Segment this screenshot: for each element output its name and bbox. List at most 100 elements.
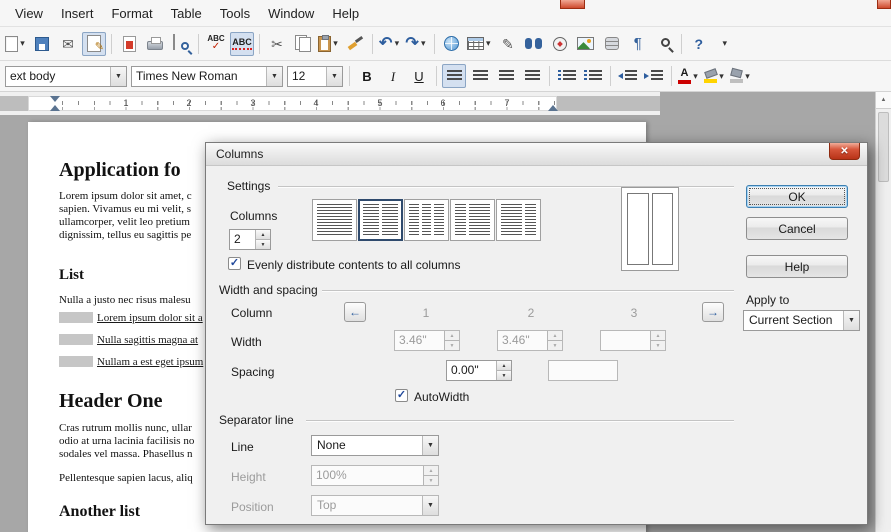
spelling-button[interactable]: ABC✓ <box>204 32 228 56</box>
chevron-down-icon[interactable] <box>422 436 438 455</box>
align-right-button[interactable] <box>494 64 518 88</box>
height-spinner: 100% <box>311 465 439 486</box>
numbered-list-button[interactable] <box>555 64 579 88</box>
preset-right-narrow[interactable] <box>496 199 541 241</box>
formatting-marks-button[interactable]: ¶ <box>626 32 650 56</box>
spinner-buttons[interactable] <box>255 230 270 249</box>
align-center-icon <box>473 70 488 82</box>
increase-indent-button[interactable] <box>642 64 666 88</box>
bullet-list-button[interactable] <box>581 64 605 88</box>
chevron-down-icon[interactable] <box>110 67 126 86</box>
chevron-down-icon[interactable] <box>743 65 752 87</box>
help-button[interactable]: ? <box>687 32 711 56</box>
ok-button[interactable]: OK <box>746 185 848 208</box>
evenly-distribute-label[interactable]: Evenly distribute contents to all column… <box>247 258 460 272</box>
align-center-button[interactable] <box>468 64 492 88</box>
font-size-combo[interactable]: 12 <box>287 66 343 87</box>
autowidth-checkbox[interactable] <box>395 389 408 402</box>
chevron-down-icon[interactable] <box>419 33 428 55</box>
find-replace-button[interactable] <box>522 32 546 56</box>
scroll-up-button[interactable] <box>876 92 891 109</box>
align-justify-button[interactable] <box>520 64 544 88</box>
page-preview-button[interactable] <box>169 32 193 56</box>
chevron-down-icon[interactable] <box>484 33 493 55</box>
first-line-indent-marker[interactable] <box>50 96 60 102</box>
apply-to-dropdown[interactable]: Current Section <box>743 310 860 331</box>
new-document-button[interactable] <box>4 32 28 56</box>
clone-formatting-button[interactable] <box>343 32 367 56</box>
spinner-buttons[interactable] <box>496 361 511 380</box>
dialog-close-button[interactable] <box>829 143 860 160</box>
background-window-close-fragment <box>877 0 891 9</box>
next-column-button[interactable] <box>702 302 724 322</box>
cancel-button[interactable]: Cancel <box>746 217 848 240</box>
chevron-down-icon[interactable] <box>392 33 401 55</box>
toolbar-options-button[interactable] <box>713 32 737 56</box>
autospellcheck-toggle[interactable]: ABC <box>230 32 254 56</box>
preset-three-columns[interactable] <box>404 199 449 241</box>
chevron-down-icon[interactable] <box>326 67 342 86</box>
italic-button[interactable]: I <box>381 64 405 88</box>
preset-left-narrow[interactable] <box>450 199 495 241</box>
menu-format[interactable]: Format <box>102 2 161 25</box>
save-button[interactable] <box>30 32 54 56</box>
undo-button[interactable]: ↶ <box>378 32 402 56</box>
background-color-button[interactable] <box>729 64 753 88</box>
show-draw-functions-button[interactable]: ✎ <box>496 32 520 56</box>
underline-button[interactable]: U <box>407 64 431 88</box>
preset-two-columns-selected[interactable] <box>358 199 403 241</box>
spacing-spinner-1[interactable]: 0.00" <box>446 360 512 381</box>
table-grid-icon <box>467 37 484 50</box>
menu-insert[interactable]: Insert <box>52 2 103 25</box>
preset-one-column[interactable] <box>312 199 357 241</box>
menu-help[interactable]: Help <box>323 2 368 25</box>
highlighting-button[interactable] <box>703 64 727 88</box>
right-indent-marker[interactable] <box>548 105 558 111</box>
menu-table[interactable]: Table <box>162 2 211 25</box>
font-name-combo[interactable]: Times New Roman <box>131 66 283 87</box>
line-style-dropdown[interactable]: None <box>311 435 439 456</box>
chevron-down-icon[interactable] <box>717 65 726 87</box>
redo-button[interactable]: ↷ <box>404 32 428 56</box>
chevron-down-icon[interactable] <box>266 67 282 86</box>
insert-table-button[interactable] <box>466 32 494 56</box>
chevron-down-icon[interactable] <box>18 33 27 55</box>
vertical-scrollbar[interactable] <box>875 92 891 532</box>
scrollbar-thumb[interactable] <box>878 112 889 182</box>
print-button[interactable] <box>143 32 167 56</box>
columns-label: Columns <box>230 209 277 223</box>
evenly-distribute-checkbox[interactable] <box>228 257 241 270</box>
menu-view[interactable]: View <box>6 2 52 25</box>
export-pdf-button[interactable] <box>117 32 141 56</box>
help-button[interactable]: Help <box>746 255 848 278</box>
copy-button[interactable] <box>291 32 315 56</box>
gallery-button[interactable] <box>574 32 598 56</box>
menu-tools[interactable]: Tools <box>211 2 259 25</box>
cut-button[interactable]: ✂ <box>265 32 289 56</box>
dialog-title-bar[interactable]: Columns <box>206 143 867 166</box>
paragraph-style-combo[interactable]: ext body <box>5 66 127 87</box>
decrease-indent-button[interactable] <box>616 64 640 88</box>
left-indent-marker[interactable] <box>50 105 60 111</box>
chevron-down-icon[interactable] <box>843 311 859 330</box>
autowidth-label[interactable]: AutoWidth <box>414 390 469 404</box>
spin-down-icon[interactable] <box>256 239 270 249</box>
previous-column-button[interactable] <box>344 302 366 322</box>
spin-up-icon[interactable] <box>256 230 270 239</box>
spin-down-icon[interactable] <box>497 370 511 380</box>
font-color-button[interactable]: A <box>677 64 701 88</box>
email-button[interactable]: ✉ <box>56 32 80 56</box>
spin-up-icon[interactable] <box>497 361 511 370</box>
zoom-button[interactable] <box>652 32 676 56</box>
paste-button[interactable] <box>317 32 341 56</box>
columns-count-spinner[interactable]: 2 <box>229 229 271 250</box>
hyperlink-button[interactable] <box>440 32 464 56</box>
chevron-down-icon[interactable] <box>331 33 340 55</box>
bold-button[interactable]: B <box>355 64 379 88</box>
data-sources-button[interactable] <box>600 32 624 56</box>
align-left-button[interactable] <box>442 64 466 88</box>
navigator-button[interactable] <box>548 32 572 56</box>
menu-window[interactable]: Window <box>259 2 323 25</box>
edit-mode-toggle[interactable]: ✎ <box>82 32 106 56</box>
chevron-down-icon[interactable] <box>691 65 700 87</box>
